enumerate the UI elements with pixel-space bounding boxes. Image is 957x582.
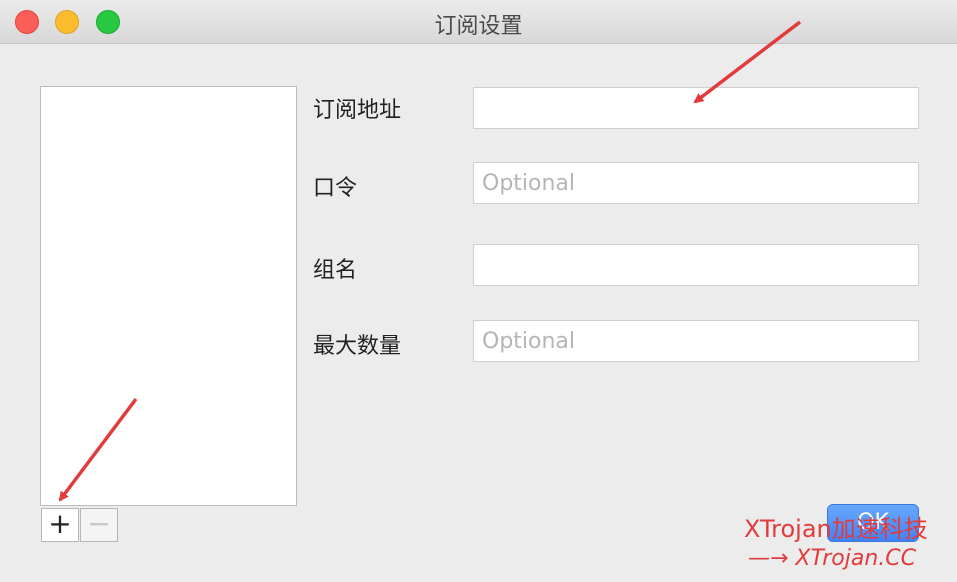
watermark-line2: —→ XTrojan.CC: [748, 546, 916, 571]
subscription-list[interactable]: [40, 86, 297, 506]
password-label: 口令: [313, 176, 358, 201]
subscription-settings-window: 订阅设置 + − 订阅地址 口令 组名 最大数量 OK XTrojan加速科技 …: [0, 0, 957, 582]
group-name-input[interactable]: [473, 244, 919, 286]
max-count-label: 最大数量: [313, 334, 402, 359]
remove-subscription-button[interactable]: −: [80, 508, 118, 542]
group-name-label: 组名: [313, 258, 358, 283]
subscription-url-input[interactable]: [473, 87, 919, 129]
password-input[interactable]: [473, 162, 919, 204]
window-title: 订阅设置: [434, 14, 523, 39]
max-count-input[interactable]: [473, 320, 919, 362]
add-subscription-button[interactable]: +: [41, 508, 79, 542]
watermark-line1: XTrojan加速科技: [744, 515, 928, 543]
subscription-url-label: 订阅地址: [313, 98, 402, 123]
watermark: XTrojan加速科技 —→ XTrojan.CC: [744, 514, 928, 574]
title-bar[interactable]: 订阅设置: [0, 0, 957, 44]
